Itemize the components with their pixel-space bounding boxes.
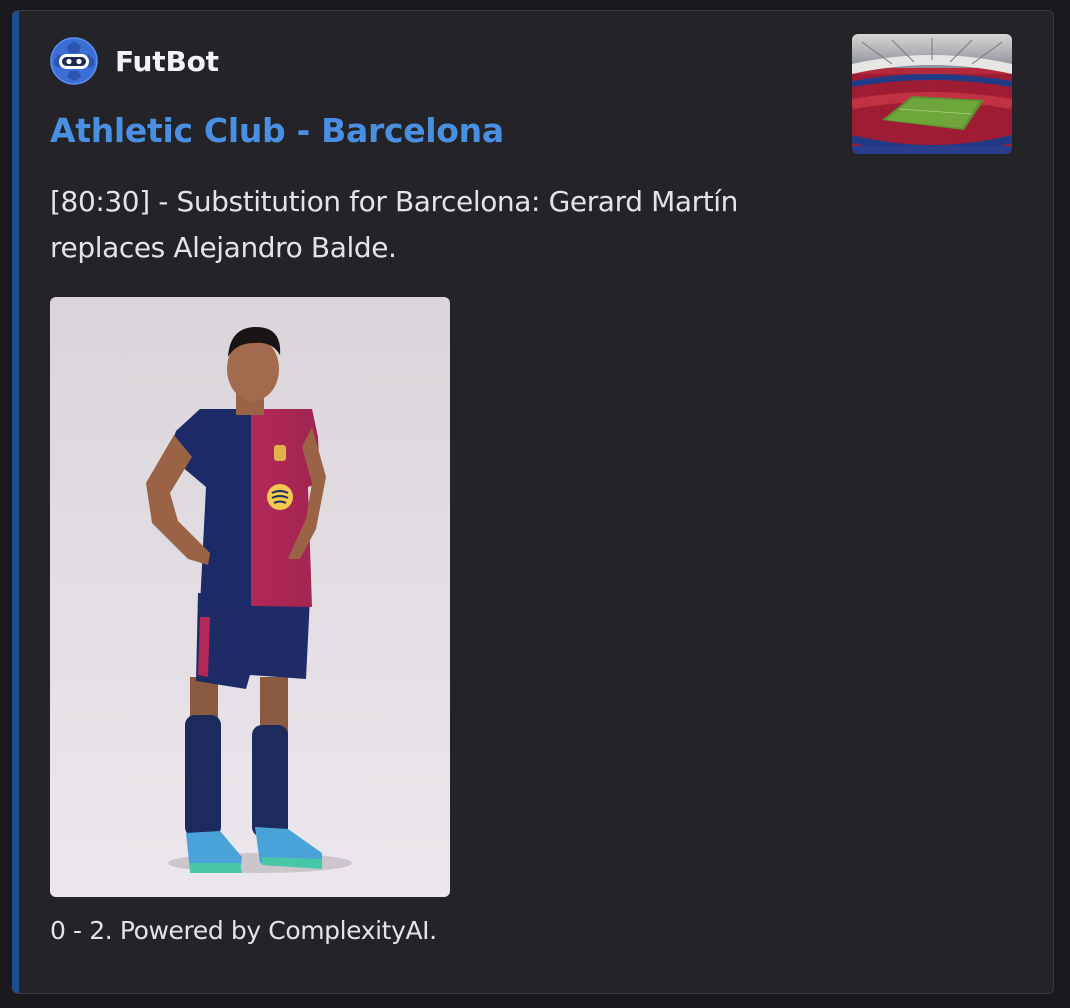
embed-accent-bar [12,11,19,993]
player-photo-image [50,297,450,897]
stadium-image [852,34,1012,154]
message-embed: FutBot Athletic Club - Barcelona [80:30]… [12,10,1054,994]
embed-footer-text: 0 - 2. Powered by ComplexityAI. [50,916,437,945]
embed-description: [80:30] - Substitution for Barcelona: Ge… [50,185,738,264]
robot-ball-icon[interactable] [50,37,98,85]
player-photo[interactable] [50,297,450,897]
embed-author: FutBot [50,37,219,85]
author-name[interactable]: FutBot [115,45,219,78]
embed-title-link[interactable]: Athletic Club - Barcelona [50,111,504,150]
stadium-thumbnail[interactable] [852,34,1012,154]
